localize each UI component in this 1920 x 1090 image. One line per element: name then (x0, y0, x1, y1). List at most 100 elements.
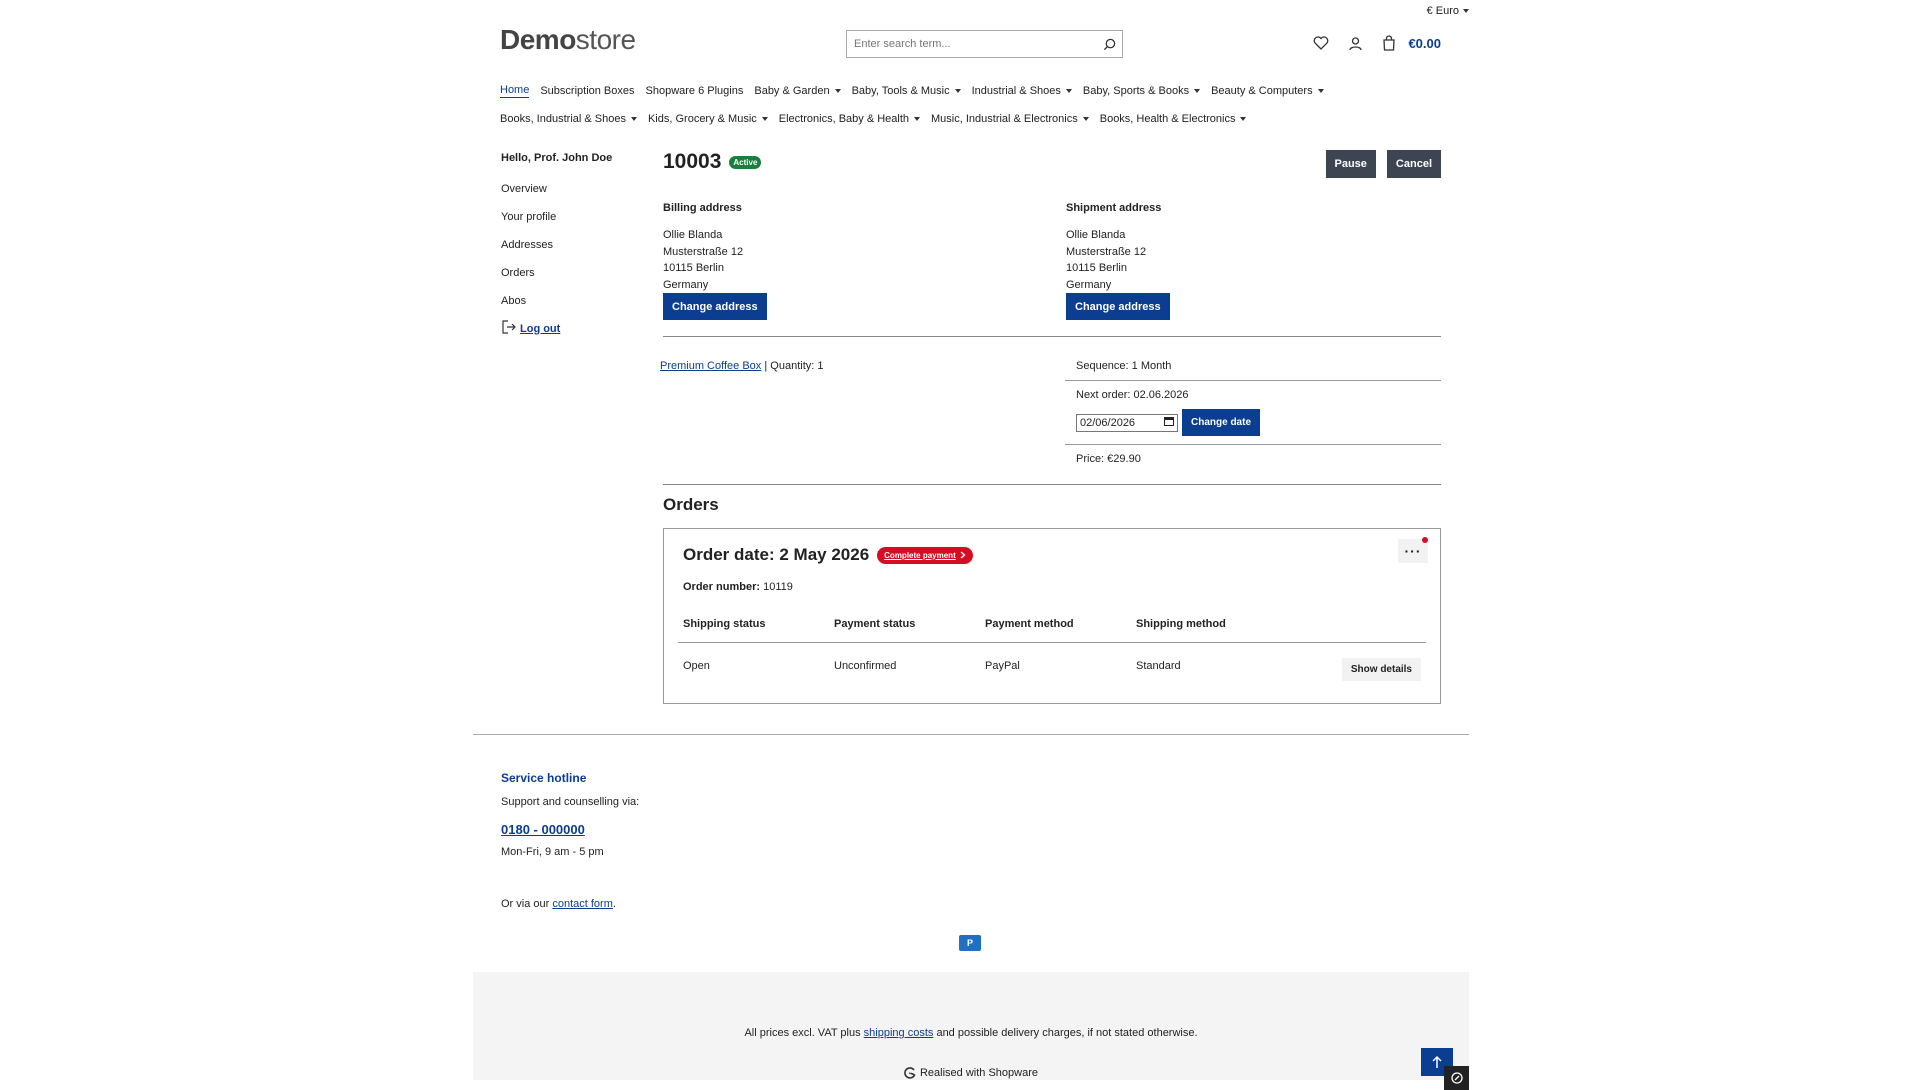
address-line: Ollie Blanda (663, 229, 723, 241)
search-input[interactable] (847, 31, 1096, 57)
nav-row-1: Home Subscription Boxes Shopware 6 Plugi… (500, 82, 1460, 100)
product-link[interactable]: Premium Coffee Box (660, 360, 761, 372)
logo-light: store (575, 24, 636, 55)
subscription-number: 10003 (663, 150, 722, 173)
cart-icon[interactable] (1380, 34, 1398, 52)
nav-label: Baby, Tools & Music (851, 85, 950, 97)
cart-total[interactable]: €0.00 (1408, 36, 1441, 51)
change-date-button[interactable]: Change date (1182, 409, 1261, 436)
hotline-phone-link[interactable]: 0180 - 000000 (501, 822, 639, 837)
shipping-costs-link[interactable]: shipping costs (864, 1027, 934, 1039)
divider (663, 336, 1441, 337)
nav-item-home[interactable]: Home (500, 84, 530, 98)
nav-label: Shopware 6 Plugins (645, 85, 744, 97)
change-billing-address-button[interactable]: Change address (663, 293, 767, 320)
user-icon[interactable] (1346, 34, 1364, 52)
logout-label: Log out (520, 322, 561, 335)
nav-item-beauty-computers[interactable]: Beauty & Computers (1211, 85, 1324, 97)
orders-heading: Orders (663, 495, 719, 514)
column-header: Payment status (834, 618, 916, 630)
divider (663, 484, 1441, 485)
chevron-down-icon (1240, 117, 1247, 121)
chevron-down-icon (630, 117, 637, 121)
account-sidebar: Hello, Prof. John Doe Overview Your prof… (501, 152, 651, 337)
arrow-up-icon (1432, 1055, 1442, 1068)
heart-icon[interactable] (1312, 34, 1330, 52)
account-greeting: Hello, Prof. John Doe (501, 152, 613, 164)
footer-bottom: All prices excl. VAT plus shipping costs… (473, 972, 1469, 1080)
address-line: Musterstraße 12 (663, 245, 744, 258)
nav-label: Home (500, 84, 530, 96)
nav-item-books-industrial-shoes[interactable]: Books, Industrial & Shoes (500, 113, 637, 125)
nav-item-kids-grocery-music[interactable]: Kids, Grocery & Music (648, 113, 768, 125)
nav-item-subscription-boxes[interactable]: Subscription Boxes (540, 85, 634, 97)
nav-item-music-industrial-electronics[interactable]: Music, Industrial & Electronics (931, 113, 1089, 125)
sidebar-item-profile[interactable]: Your profile (501, 211, 651, 224)
nav-label: Baby, Sports & Books (1082, 85, 1190, 97)
order-number-row: Order number: 10119 (683, 581, 793, 593)
chevron-down-icon (761, 117, 768, 121)
realised-with-shopware[interactable]: Realised with Shopware (473, 1067, 1469, 1079)
payment-method: PayPal (985, 660, 1020, 672)
sidebar-item-overview[interactable]: Overview (501, 183, 651, 196)
nav-item-baby-tools-music[interactable]: Baby, Tools & Music (852, 85, 961, 97)
search-bar (846, 30, 1123, 58)
subscription-detail: 10003 Active Pause Cancel Billing addres… (660, 150, 1441, 704)
order-number: 10119 (763, 581, 793, 593)
nav-row-2: Books, Industrial & Shoes Kids, Grocery … (500, 110, 1460, 128)
nav-label: Electronics, Baby & Health (778, 113, 910, 125)
date-value: 02/06/2026 (1080, 416, 1136, 429)
contact-text: Or via our contact form. (501, 898, 639, 910)
show-details-button[interactable]: Show details (1341, 657, 1421, 681)
store-logo[interactable]: Demostore (500, 24, 636, 56)
chevron-down-icon (954, 89, 961, 93)
change-shipment-address-button[interactable]: Change address (1066, 293, 1170, 320)
notification-dot (1422, 537, 1428, 543)
date-change-row: 02/06/2026 Change date (1065, 409, 1441, 436)
shipping-method: Standard (1136, 660, 1181, 672)
currency-label: € Euro (1426, 5, 1459, 17)
vat-suffix: and possible delivery charges, if not st… (933, 1027, 1198, 1039)
product-quantity: Quantity: 1 (770, 360, 824, 372)
currency-selector[interactable]: € Euro (1427, 5, 1469, 17)
nav-item-industrial-shoes[interactable]: Industrial & Shoes (972, 85, 1072, 97)
pause-button[interactable]: Pause (1325, 150, 1376, 178)
nav-item-electronics-baby-health[interactable]: Electronics, Baby & Health (778, 113, 921, 125)
next-order: Next order: 02.06.2026 (1076, 389, 1189, 401)
realised-label: Realised with Shopware (919, 1067, 1038, 1079)
sidebar-item-addresses[interactable]: Addresses (501, 239, 651, 252)
sidebar-item-orders[interactable]: Orders (501, 267, 651, 280)
order-date: Order date: 2 May 2026 (683, 545, 870, 564)
chevron-right-icon (960, 551, 966, 559)
vat-notice: All prices excl. VAT plus shipping costs… (473, 1027, 1469, 1039)
nav-label: Music, Industrial & Electronics (931, 113, 1078, 125)
complete-payment-button[interactable]: Complete payment (877, 546, 973, 564)
vat-prefix: All prices excl. VAT plus (744, 1027, 864, 1039)
column-header: Payment method (985, 618, 1074, 630)
order-summary-table: Shipping status Payment status Payment m… (678, 618, 1426, 689)
debug-toolbar-icon[interactable] (1444, 1066, 1469, 1090)
chevron-down-icon (1082, 117, 1089, 121)
logout-link[interactable]: Log out (501, 320, 651, 337)
main-navigation: Home Subscription Boxes Shopware 6 Plugi… (500, 82, 1460, 138)
cancel-button[interactable]: Cancel (1386, 150, 1441, 178)
order-card: Order date: 2 May 2026 Complete payment … (663, 528, 1441, 704)
divider (1065, 444, 1441, 445)
nav-label: Beauty & Computers (1211, 85, 1313, 97)
address-line: 10115 Berlin (1066, 262, 1127, 274)
search-icon[interactable] (1096, 31, 1122, 57)
nav-item-baby-garden[interactable]: Baby & Garden (754, 85, 841, 97)
calendar-icon[interactable] (1164, 416, 1174, 429)
nav-label: Industrial & Shoes (971, 85, 1061, 97)
nav-item-baby-sports-books[interactable]: Baby, Sports & Books (1082, 85, 1201, 97)
contact-form-link[interactable]: contact form (552, 898, 613, 910)
divider (1065, 380, 1441, 381)
status-badge: Active (729, 155, 762, 169)
sidebar-item-abos[interactable]: Abos (501, 295, 651, 308)
address-line: Germany (1066, 278, 1112, 291)
footer-service: Service hotline Support and counselling … (501, 771, 639, 910)
nav-item-books-health-electronics[interactable]: Books, Health & Electronics (1100, 113, 1247, 125)
nav-item-shopware-plugins[interactable]: Shopware 6 Plugins (646, 85, 744, 97)
order-number-label: Order number: (683, 581, 761, 593)
next-order-date-input[interactable]: 02/06/2026 (1076, 413, 1178, 432)
